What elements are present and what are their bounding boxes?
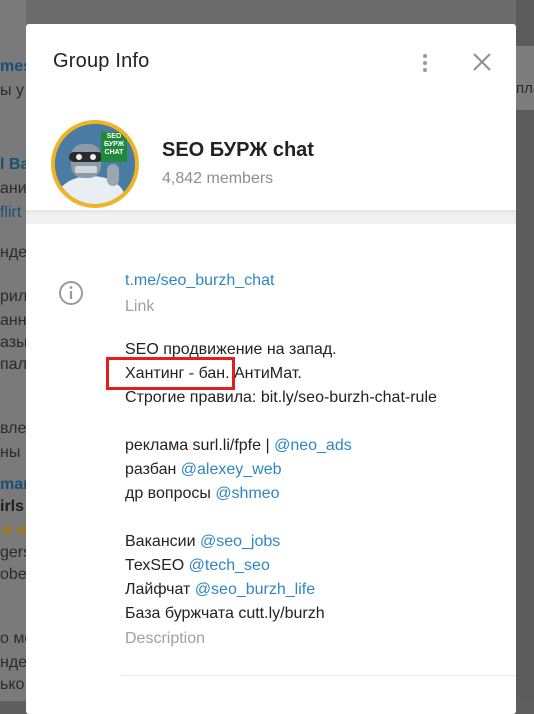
background-chat-text: gers	[0, 544, 26, 561]
mention-link[interactable]: @shmeo	[215, 485, 279, 502]
background-chat-text: flirt	[0, 204, 22, 221]
badge-line: CHAT	[104, 149, 124, 156]
background-chat-text: азы	[0, 334, 26, 351]
mention-link[interactable]: @seo_jobs	[200, 533, 280, 550]
info-icon	[59, 281, 83, 305]
mention-link[interactable]: @alexey_web	[181, 461, 282, 478]
description-text: Вакансии	[125, 533, 200, 550]
background-chat-text: mar	[0, 476, 26, 493]
description-text: База буржчата cutt.ly/burzh	[125, 605, 325, 622]
description-blank-line	[125, 410, 495, 434]
description-line: ТехSEO @tech_seo	[125, 554, 495, 578]
mention-link[interactable]: @neo_ads	[274, 437, 352, 454]
mention-link[interactable]: @seo_burzh_life	[195, 581, 315, 598]
description-line: База буржчата cutt.ly/burzh	[125, 602, 495, 626]
group-profile: SEO БУРЖ CHAT SEO БУРЖ chat 4,842 member…	[26, 98, 516, 228]
more-options-button[interactable]	[410, 46, 440, 80]
description-line: Вакансии @seo_jobs	[125, 530, 495, 554]
modal-title: Group Info	[53, 50, 150, 72]
bottom-divider	[121, 675, 516, 676]
highlight-box	[106, 357, 235, 390]
description-line: реклама surl.li/fpfe | @neo_ads	[125, 434, 495, 458]
background-chat-text: о мо	[0, 630, 26, 647]
mention-link[interactable]: @tech_seo	[189, 557, 270, 574]
modal-header: Group Info	[26, 24, 516, 98]
description-line: Лайфчат @seo_burzh_life	[125, 578, 495, 602]
group-avatar[interactable]: SEO БУРЖ CHAT	[51, 120, 139, 208]
section-divider	[26, 210, 516, 224]
description-blank-line	[125, 506, 495, 530]
group-info-modal: Group Info SEO БУРЖ CHAT SEO БУРЖ chat 4…	[26, 24, 516, 714]
description-text: разбан	[125, 461, 181, 478]
background-chat-text: mes	[0, 58, 26, 75]
description-text: реклама surl.li/fpfe |	[125, 437, 275, 454]
background-message	[516, 46, 534, 110]
group-info-details: t.me/seo_burzh_chat Link SEO продвижение…	[125, 270, 495, 650]
background-chat-text: рил	[0, 288, 26, 305]
link-label: Link	[125, 298, 155, 315]
badge-line: SEO	[106, 133, 122, 140]
more-vertical-icon-dot	[423, 68, 427, 72]
background-message-text: пла	[516, 80, 534, 97]
description-line: разбан @alexey_web	[125, 458, 495, 482]
group-link[interactable]: t.me/seo_burzh_chat	[125, 270, 495, 292]
background-chat-text: ы у	[0, 82, 24, 99]
background-chat-text: ько	[0, 676, 25, 693]
background-chat-text: ндер	[0, 654, 26, 671]
background-chat-text: ★★	[0, 522, 26, 539]
description-text: Строгие правила: bit.ly/seo-burzh-chat-r…	[125, 389, 437, 406]
description-label: Description	[125, 630, 206, 647]
background-chat-text: obe	[0, 566, 26, 583]
close-icon	[473, 53, 491, 71]
group-name: SEO БУРЖ chat	[162, 139, 314, 161]
description-line: др вопросы @shmeo	[125, 482, 495, 506]
avatar-image: SEO БУРЖ CHAT	[55, 124, 135, 204]
description-text: др вопросы	[125, 485, 216, 502]
description-text: Лайфчат	[125, 581, 195, 598]
members-count[interactable]: 4,842 members	[162, 170, 273, 188]
background-chat-text: ндер	[0, 244, 26, 261]
background-chat-text: анн	[0, 312, 26, 329]
avatar-badge-text: SEO БУРЖ CHAT	[100, 133, 128, 157]
background-chat-text: пал	[0, 356, 26, 373]
badge-line: БУРЖ	[103, 141, 125, 148]
background-chat-text: ани	[0, 180, 26, 197]
background-chat-text: вле	[0, 420, 26, 437]
background-chat-text: ны	[0, 444, 21, 461]
description-text: ТехSEO	[125, 557, 189, 574]
background-chat-text: irls	[0, 498, 25, 515]
more-vertical-icon	[423, 54, 427, 58]
description-text: SEO продвижение на запад.	[125, 341, 337, 358]
more-vertical-icon-dot	[423, 61, 427, 65]
background-chat-text: l Ba	[0, 156, 26, 173]
close-button[interactable]	[466, 46, 498, 78]
